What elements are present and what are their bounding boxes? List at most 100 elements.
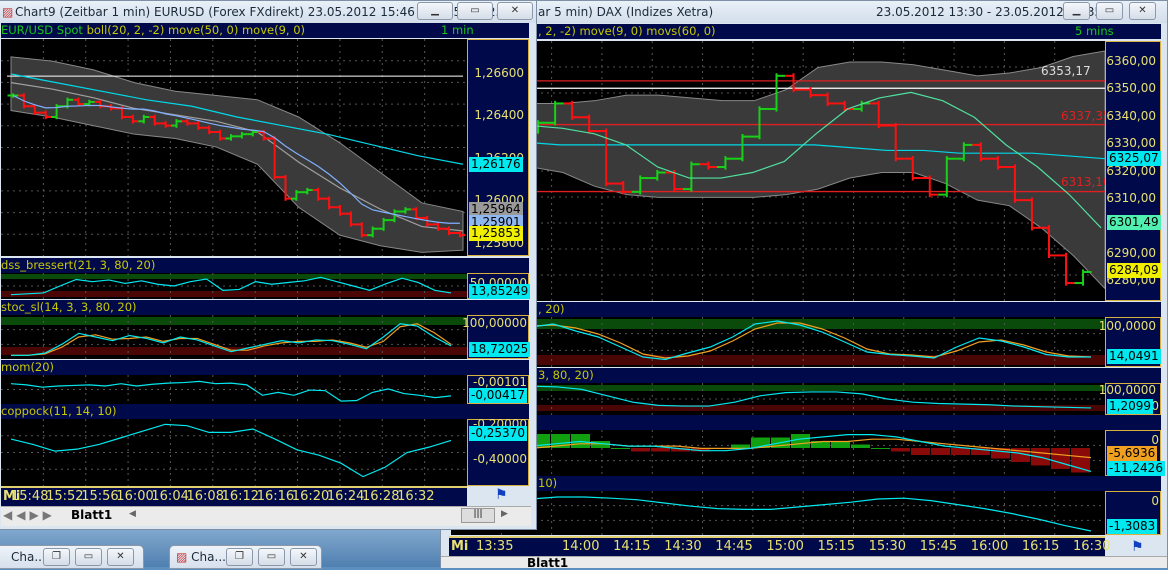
maximize-button[interactable]: ▭ — [258, 548, 285, 566]
time-label: 15:00 — [766, 539, 804, 554]
indicator-header: dss_bressert(21, 3, 80, 20) — [1, 258, 529, 273]
indicator-axis: 50,00000 13,85249 — [467, 273, 531, 299]
value-badge: 13,85249 — [469, 284, 531, 299]
stochastic-plot[interactable] — [1, 315, 467, 359]
eurusd-price-plot[interactable] — [1, 39, 467, 256]
time-label: 16:16 — [256, 489, 295, 504]
sheet-tab-bar: Blatt1 — [441, 556, 1167, 570]
time-label: 14:00 — [562, 539, 600, 554]
restore-button[interactable]: ❐ — [43, 548, 70, 566]
stochastic-plot[interactable] — [451, 317, 1105, 367]
indicator-axis: 100,0000 0 1,2099 — [1099, 383, 1161, 415]
time-label: 15:52 — [46, 489, 84, 504]
close-button[interactable]: ✕ — [107, 548, 134, 566]
time-axis[interactable]: Mi 15:48 15:52 15:56 16:00 16:04 16:08 16:12 16:… — [1, 486, 467, 506]
horizontal-scrollbar-thumb[interactable]: ||| — [461, 508, 495, 523]
indicator-label: 3, 80, 20) — [538, 368, 594, 382]
close-button[interactable]: ✕ — [290, 548, 317, 566]
axis-tick: 0 — [1151, 494, 1159, 508]
histogram-bar — [791, 434, 810, 448]
coppock-plot[interactable] — [1, 419, 467, 486]
price-axis[interactable]: 6360,00 6350,00 6340,00 6330,00 6320,00 6310,… — [1105, 41, 1161, 301]
dss-plot[interactable] — [1, 273, 467, 299]
dax-price-plot[interactable] — [451, 41, 1105, 301]
scroll-left-icon[interactable]: ◀ — [129, 509, 136, 519]
indicator-axis: 100,00000 0 18,72025 — [462, 315, 531, 359]
maximize-button[interactable]: ▭ — [75, 548, 102, 566]
window-title: ar 5 min) DAX (Indizes Xetra) — [538, 5, 714, 19]
indicator-label: stoc_sl(14, 3, 3, 80, 20) — [1, 300, 137, 314]
indicator-header: mom(20) — [1, 360, 529, 375]
price-panel-header: , 2, -2) move(9, 0) movs(60, 0) 5 mins — [441, 24, 1161, 39]
time-label: 15:15 — [817, 539, 855, 554]
coppock-plot[interactable] — [451, 491, 1105, 535]
indicator-label: mom(20) — [1, 360, 55, 374]
coppock-line — [530, 496, 1092, 532]
sheet-tab-blatt1[interactable]: Blatt1 — [527, 556, 568, 570]
eurusd-chart-window[interactable]: ▨ Chart9 (Zeitbar 1 min) EURUSD (Forex F… — [0, 0, 537, 530]
time-label: 16:08 — [186, 489, 224, 504]
price-axis[interactable]: 1,266001,264001,262001,260001,258001,261… — [467, 39, 529, 256]
time-label: 15:30 — [868, 539, 907, 554]
time-label: 14:30 — [664, 539, 702, 554]
histogram-bar — [1051, 448, 1070, 469]
value-badge: 1,2099 — [1107, 399, 1153, 414]
time-label: 16:32 — [397, 489, 435, 504]
price-badge: 6301,49 — [1107, 215, 1161, 231]
title-bar[interactable]: ▨ Chart9 (Zeitbar 1 min) EURUSD (Forex F… — [0, 1, 536, 23]
scroll-right-icon[interactable]: ▶ — [501, 509, 508, 519]
indicator-header — [441, 415, 1161, 430]
time-label: 15:48 — [11, 489, 49, 504]
indicator-header: , 20) — [441, 302, 1161, 317]
histogram-bar — [951, 448, 970, 455]
close-button[interactable]: ✕ — [1129, 2, 1156, 20]
maximize-button[interactable]: ▭ — [457, 2, 493, 20]
minimized-title: Cha... — [11, 550, 46, 564]
momentum-plot[interactable] — [1, 375, 467, 404]
macd-plot[interactable] — [451, 430, 1105, 476]
axis-tick: 1,26600 — [474, 65, 524, 80]
minimized-chart-window-1[interactable]: Cha... ❐ ▭ ✕ — [0, 545, 144, 569]
indicator-header: 10) — [441, 476, 1161, 491]
chart-flag-icon[interactable]: ⚑ — [495, 487, 508, 503]
price-badge: 1,25853 — [469, 225, 523, 241]
histogram-bar — [651, 448, 670, 452]
chart-flag-icon[interactable]: ⚑ — [1131, 539, 1144, 555]
indicator-axis: -0,00101 -0,00417 — [467, 375, 529, 404]
dax-chart-window[interactable]: ar 5 min) DAX (Indizes Xetra) 23.05.2012… — [440, 0, 1168, 570]
value-badge: 14,0491 — [1107, 349, 1161, 364]
indicator-axis: 0 -5,6936 -11,2426 — [1105, 430, 1165, 476]
oversold-zone — [1, 291, 467, 297]
histogram-bar — [731, 444, 750, 448]
minimize-button[interactable]: ▁ — [1063, 2, 1090, 20]
close-button[interactable]: ✕ — [497, 2, 533, 20]
sheet-tab-blatt1[interactable]: Blatt1 — [71, 508, 112, 522]
overbought-zone — [451, 385, 1105, 391]
title-bar[interactable]: ar 5 min) DAX (Indizes Xetra) 23.05.2012… — [441, 1, 1167, 23]
time-label: 16:04 — [151, 489, 189, 504]
restore-button[interactable]: ❐ — [226, 548, 253, 566]
price-badge: 1,26176 — [469, 156, 523, 172]
histogram-bar — [611, 448, 630, 449]
minimize-button[interactable]: ▁ — [417, 2, 453, 20]
time-label: 16:12 — [221, 489, 260, 504]
axis-tick: -0,00101 — [473, 375, 527, 389]
sheet-tab-bar: ◀◀▶▶ Blatt1 ◀ ||| ▶ — [1, 506, 531, 526]
time-label: 14:15 — [613, 539, 651, 554]
dss-plot[interactable] — [451, 383, 1105, 415]
time-label: 16:24 — [326, 489, 365, 504]
axis-tick: -0,40000 — [473, 452, 527, 466]
time-label: 14:45 — [715, 539, 753, 554]
histogram-bar — [631, 448, 650, 452]
sheet-nav-arrows[interactable]: ◀◀▶▶ — [3, 508, 56, 522]
value-badge: -5,6936 — [1107, 446, 1158, 461]
instrument-label: EUR/USD Spot — [1, 23, 83, 37]
minimized-chart-window-2[interactable]: ▨ Cha... ❐ ▭ ✕ — [169, 545, 322, 569]
indicator-header: stoc_sl(14, 3, 3, 80, 20) — [1, 300, 529, 315]
interval-label: 5 mins — [1075, 24, 1114, 38]
maximize-button[interactable]: ▭ — [1096, 2, 1123, 20]
bollinger-band — [530, 50, 1105, 290]
axis-tick: 6290,00 — [1106, 245, 1156, 260]
axis-tick: 6360,00 — [1106, 53, 1156, 68]
time-axis[interactable]: Mi 13:35 14:00 14:15 14:30 14:45 15:00 15:15 15:… — [449, 536, 1110, 556]
